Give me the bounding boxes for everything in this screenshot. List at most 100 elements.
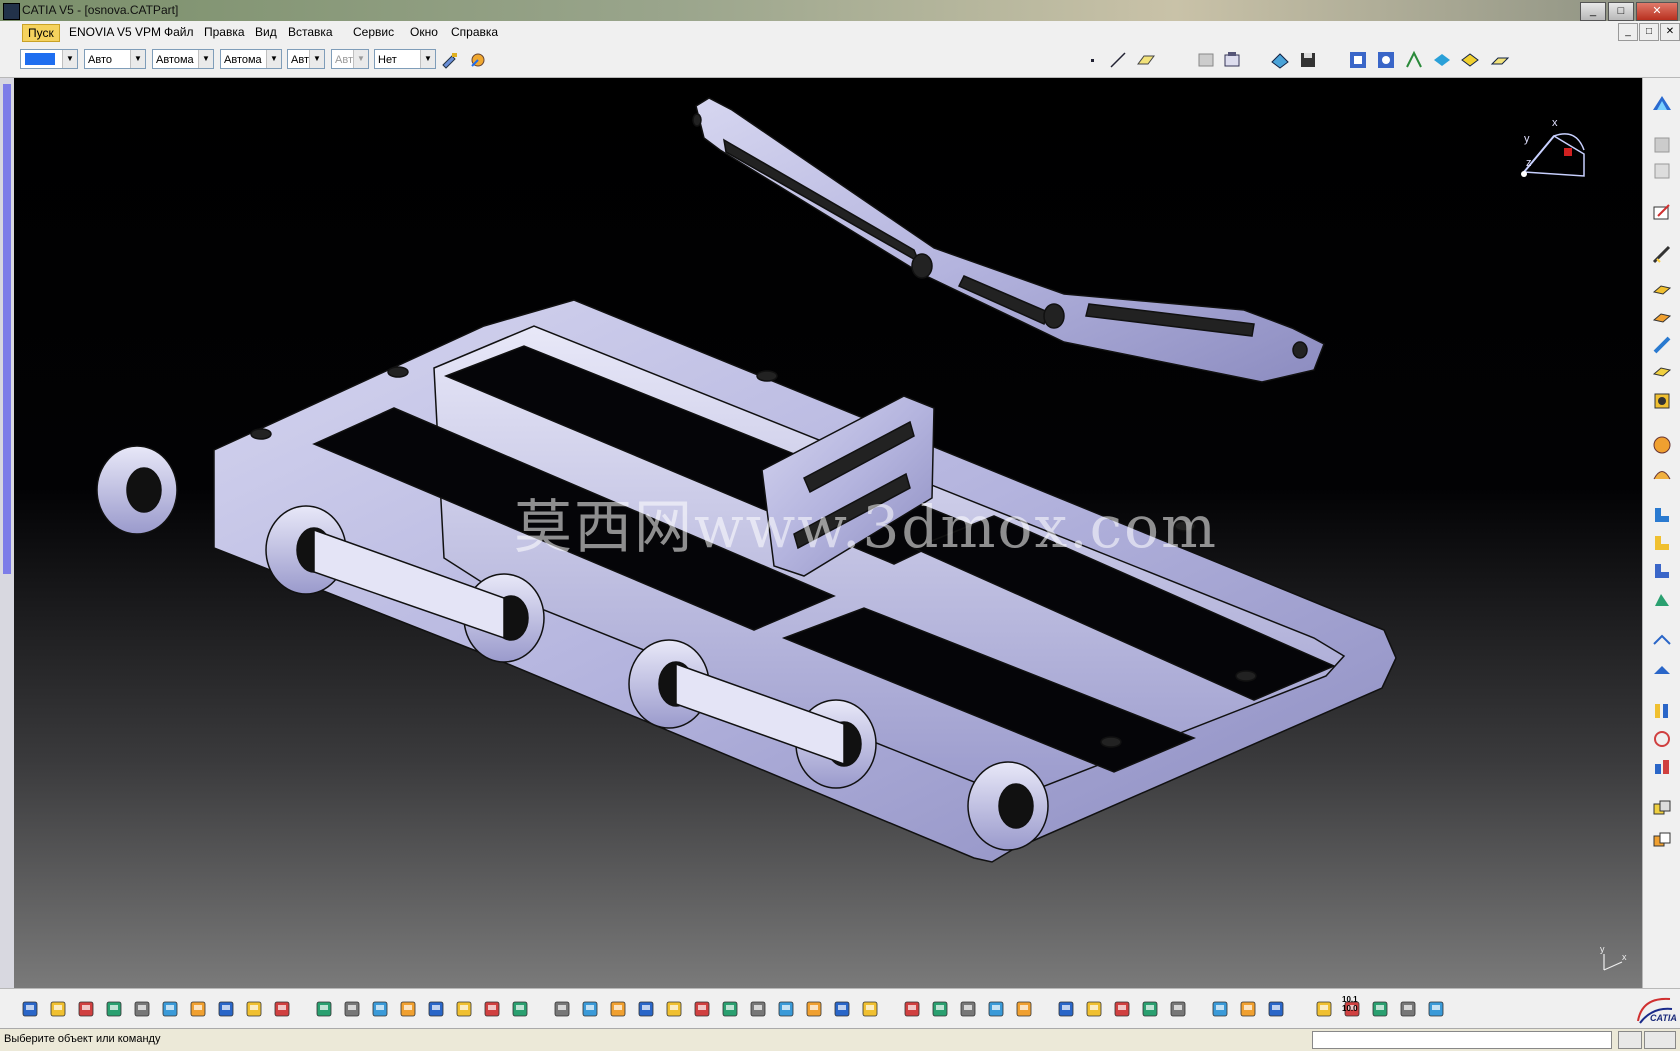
zoom-out-icon[interactable] (664, 999, 684, 1019)
paste-icon[interactable] (188, 999, 208, 1019)
knowledge-icon[interactable] (370, 999, 390, 1019)
menu-insert[interactable]: Вставка (283, 24, 338, 40)
whats-this-icon[interactable] (272, 999, 292, 1019)
shading-icon[interactable] (776, 999, 796, 1019)
painter-icon[interactable] (440, 50, 460, 70)
maximize-button[interactable]: □ (1608, 2, 1634, 21)
swap-icon[interactable] (832, 999, 852, 1019)
mdi-minimize-button[interactable]: _ (1618, 23, 1638, 41)
menu-window[interactable]: Окно (405, 24, 443, 40)
render-icon[interactable] (1014, 999, 1034, 1019)
mdi-close-button[interactable]: ✕ (1660, 23, 1680, 41)
view-mode-icon[interactable] (1404, 50, 1424, 70)
properties-icon[interactable] (468, 50, 488, 70)
layer-combo[interactable]: Нет ▼ (374, 49, 436, 69)
gear-icon[interactable] (902, 999, 922, 1019)
menu-edit[interactable]: Правка (199, 24, 250, 40)
menu-file[interactable]: Файл (159, 24, 199, 40)
zoom-in-icon[interactable] (636, 999, 656, 1019)
point-type-combo[interactable]: Авт ▼ (287, 49, 325, 69)
point-icon[interactable] (1082, 50, 1102, 70)
shading-edges-icon[interactable] (1460, 50, 1480, 70)
3d-viewport[interactable]: 莫西网www.3dmox.com x y z y x (14, 78, 1642, 988)
menu-enovia[interactable]: ENOVIA V5 VPM (64, 24, 166, 40)
table-icon[interactable] (398, 999, 418, 1019)
matrix-icon[interactable] (1370, 999, 1390, 1019)
shell-icon[interactable] (1651, 532, 1673, 554)
catia-app-icon[interactable] (3, 3, 20, 20)
shading-icon[interactable] (1432, 50, 1452, 70)
circular-pattern-icon[interactable] (1651, 728, 1673, 750)
robot-icon[interactable] (958, 999, 978, 1019)
sketcher-workbench-icon[interactable] (1651, 92, 1673, 114)
view-front-icon[interactable] (1348, 50, 1368, 70)
save-management-icon[interactable] (1298, 50, 1318, 70)
view-top-icon[interactable] (1376, 50, 1396, 70)
mirror-icon[interactable] (1651, 658, 1673, 680)
line-type-combo[interactable]: Автома ▼ (220, 49, 282, 69)
scaling-icon[interactable] (1651, 756, 1673, 778)
assemble-icon[interactable] (1651, 830, 1673, 852)
fillet-icon[interactable] (1651, 434, 1673, 456)
save-icon[interactable] (76, 999, 96, 1019)
redo-icon[interactable] (244, 999, 264, 1019)
cut-icon[interactable] (132, 999, 152, 1019)
minimize-button[interactable]: _ (1580, 2, 1606, 21)
tree-icon[interactable] (426, 999, 446, 1019)
cam-icon[interactable] (1140, 999, 1160, 1019)
sketch-icon[interactable] (1056, 999, 1076, 1019)
shaft-icon[interactable] (1651, 334, 1673, 356)
inertia-icon[interactable] (1112, 999, 1132, 1019)
dress-icon[interactable] (860, 999, 880, 1019)
comment-icon[interactable] (342, 999, 362, 1019)
specification-tree-slider[interactable] (3, 84, 11, 574)
thickness-icon[interactable] (1651, 560, 1673, 582)
menu-view[interactable]: Вид (250, 24, 282, 40)
axis-icon[interactable] (1266, 999, 1286, 1019)
swap-visible-icon[interactable] (1222, 50, 1242, 70)
boolean-icon[interactable] (1651, 798, 1673, 820)
translate-icon[interactable] (1651, 630, 1673, 652)
status-button-1[interactable] (1618, 1031, 1642, 1049)
assembly-icon[interactable] (986, 999, 1006, 1019)
swirl-icon[interactable] (1210, 999, 1230, 1019)
sketch-icon[interactable] (1651, 202, 1673, 224)
color-combo[interactable]: ▼ (20, 49, 78, 69)
fit-all-icon[interactable] (552, 999, 572, 1019)
material-icon[interactable] (1426, 999, 1446, 1019)
undo-icon[interactable] (216, 999, 236, 1019)
formula-icon[interactable] (314, 999, 334, 1019)
mdi-restore-button[interactable]: □ (1639, 23, 1659, 41)
catalog-icon[interactable] (454, 999, 474, 1019)
multi-view-icon[interactable] (720, 999, 740, 1019)
hole-icon[interactable] (1651, 390, 1673, 412)
measure-icon[interactable] (1084, 999, 1104, 1019)
print-icon[interactable] (104, 999, 124, 1019)
plane-icon[interactable] (1136, 50, 1156, 70)
command-input[interactable] (1312, 1031, 1612, 1049)
menu-start[interactable]: Пуск (22, 24, 60, 42)
design-table-icon[interactable] (482, 999, 502, 1019)
thread-icon[interactable] (1651, 588, 1673, 610)
pan-icon[interactable] (580, 999, 600, 1019)
line-thickness-combo[interactable]: Автома ▼ (152, 49, 214, 69)
rotate-icon[interactable] (608, 999, 628, 1019)
gear2-icon[interactable] (930, 999, 950, 1019)
measure-icon[interactable] (1651, 244, 1673, 266)
new-icon[interactable] (20, 999, 40, 1019)
layer-icon[interactable] (1398, 999, 1418, 1019)
hide-show-icon[interactable] (804, 999, 824, 1019)
pad-icon[interactable] (1651, 278, 1673, 300)
status-button-2[interactable] (1644, 1031, 1676, 1049)
transparency-combo[interactable]: Авто ▼ (84, 49, 146, 69)
capture-icon[interactable] (1168, 999, 1188, 1019)
compass-widget[interactable]: x y z (1504, 114, 1594, 184)
menu-help[interactable]: Справка (446, 24, 503, 40)
close-button[interactable]: ✕ (1636, 2, 1678, 21)
chamfer-icon[interactable] (1651, 462, 1673, 484)
custom-view-icon[interactable] (1490, 50, 1510, 70)
workbench-icon[interactable] (1270, 50, 1290, 70)
iso-view-icon[interactable] (748, 999, 768, 1019)
hand-icon[interactable] (1238, 999, 1258, 1019)
scale-icon[interactable] (1314, 999, 1334, 1019)
